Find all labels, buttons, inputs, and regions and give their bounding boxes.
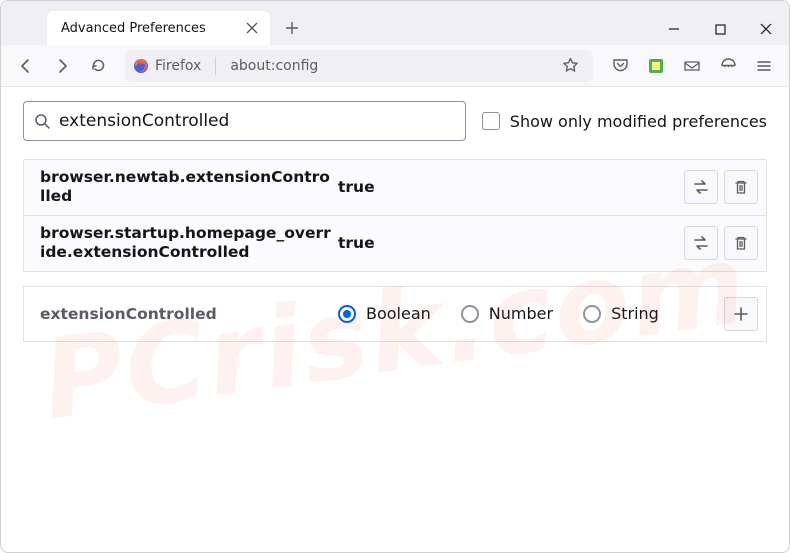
window-titlebar: Advanced Preferences — [1, 1, 789, 45]
type-radio-string[interactable]: String — [583, 304, 659, 323]
urlbar-text[interactable]: about:config — [222, 58, 549, 74]
nav-toolbar: Firefox about:config — [1, 45, 789, 87]
checkbox-icon[interactable] — [482, 112, 500, 130]
type-radio-label: Boolean — [366, 304, 431, 323]
pref-row[interactable]: browser.startup.homepage_override.extens… — [24, 216, 766, 271]
toggle-button[interactable] — [684, 226, 718, 260]
pref-name: browser.newtab.extensionControlled — [32, 168, 332, 207]
url-bar[interactable]: Firefox about:config — [125, 50, 593, 82]
shield-icon[interactable] — [713, 51, 743, 81]
new-tab-button[interactable] — [278, 14, 306, 42]
extension-icon[interactable] — [641, 51, 671, 81]
aboutconfig-content: Show only modified preferences browser.n… — [1, 87, 789, 356]
new-pref-name: extensionControlled — [32, 305, 332, 323]
radio-icon — [338, 305, 356, 323]
pref-name: browser.startup.homepage_override.extens… — [32, 224, 332, 263]
urlbar-identity-label: Firefox — [155, 58, 201, 74]
search-row: Show only modified preferences — [23, 101, 767, 141]
tab-title: Advanced Preferences — [61, 21, 206, 36]
search-icon — [34, 113, 51, 130]
radio-icon — [461, 305, 479, 323]
back-button[interactable] — [11, 51, 41, 81]
bookmark-star-icon[interactable] — [555, 51, 585, 81]
browser-tab[interactable]: Advanced Preferences — [47, 11, 270, 45]
window-maximize-button[interactable] — [697, 13, 743, 45]
show-only-modified-label: Show only modified preferences — [510, 112, 767, 131]
pref-value: true — [338, 178, 375, 196]
radio-icon — [583, 305, 601, 323]
search-input[interactable] — [59, 111, 455, 131]
toggle-button[interactable] — [684, 170, 718, 204]
pref-value: true — [338, 234, 375, 252]
pref-row[interactable]: browser.newtab.extensionControlled true — [24, 160, 766, 216]
reload-button[interactable] — [83, 51, 113, 81]
window-close-button[interactable] — [743, 13, 789, 45]
firefox-logo-icon — [133, 58, 149, 74]
forward-button[interactable] — [47, 51, 77, 81]
add-pref-row: extensionControlled Boolean Number Strin… — [23, 286, 767, 342]
type-radio-boolean[interactable]: Boolean — [338, 304, 431, 323]
window-controls — [651, 13, 789, 45]
add-button[interactable] — [724, 297, 758, 331]
delete-button[interactable] — [724, 170, 758, 204]
search-box[interactable] — [23, 101, 466, 141]
results-table: browser.newtab.extensionControlled true … — [23, 159, 767, 272]
pocket-icon[interactable] — [605, 51, 635, 81]
window-minimize-button[interactable] — [651, 13, 697, 45]
inbox-icon[interactable] — [677, 51, 707, 81]
urlbar-separator — [215, 57, 216, 75]
type-radio-label: String — [611, 304, 659, 323]
app-menu-button[interactable] — [749, 51, 779, 81]
urlbar-identity: Firefox — [133, 58, 209, 74]
type-radio-number[interactable]: Number — [461, 304, 553, 323]
show-only-modified-toggle[interactable]: Show only modified preferences — [482, 112, 767, 131]
close-tab-icon[interactable] — [244, 20, 260, 36]
type-radios: Boolean Number String — [338, 304, 718, 323]
type-radio-label: Number — [489, 304, 553, 323]
delete-button[interactable] — [724, 226, 758, 260]
tab-strip: Advanced Preferences — [1, 11, 651, 45]
